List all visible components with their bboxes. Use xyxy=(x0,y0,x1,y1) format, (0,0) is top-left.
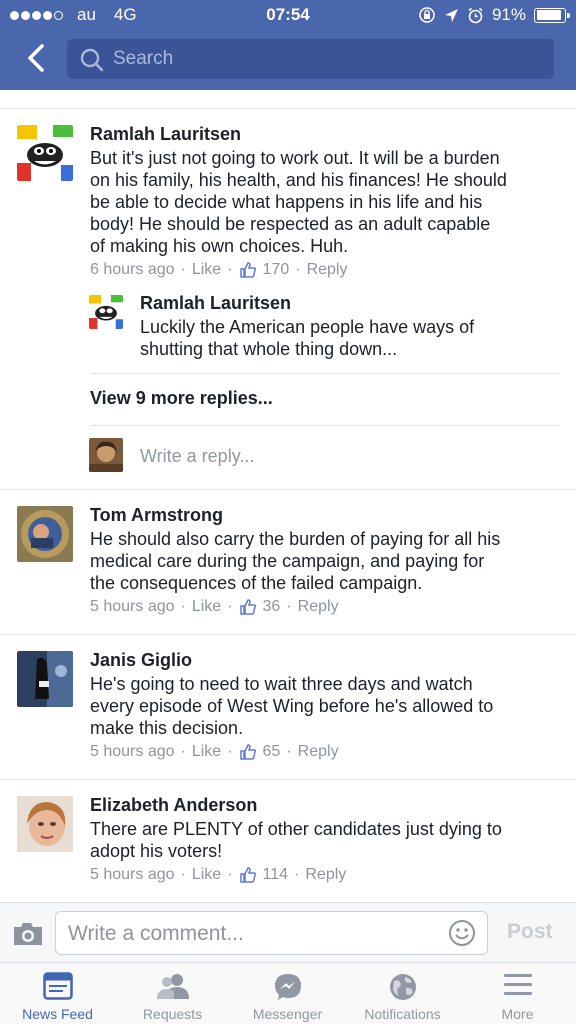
hamburger-menu-icon xyxy=(503,974,532,995)
avatar[interactable] xyxy=(17,796,73,852)
bottom-tab-bar: News Feed Requests Messenger Notificatio… xyxy=(0,962,576,1024)
battery-percentage: 91% xyxy=(491,5,526,24)
thumbs-up-icon xyxy=(239,867,256,883)
post-button[interactable]: Post xyxy=(507,920,553,944)
avatar[interactable] xyxy=(17,125,73,181)
comment-author[interactable]: Elizabeth Anderson xyxy=(90,795,257,816)
chevron-left-icon[interactable] xyxy=(22,42,50,74)
search-placeholder: Search xyxy=(113,48,174,69)
friend-requests-icon xyxy=(156,974,189,999)
tab-label: Messenger xyxy=(252,1006,323,1022)
divider xyxy=(90,425,560,426)
avatar xyxy=(89,438,123,472)
like-button[interactable]: Like xyxy=(192,598,221,616)
comment-text: He's going to need to wait three days an… xyxy=(90,674,494,738)
location-arrow-icon xyxy=(444,8,458,22)
avatar[interactable] xyxy=(17,506,73,562)
tab-news-feed[interactable]: News Feed xyxy=(0,963,115,1024)
tab-label: Requests xyxy=(142,1006,203,1022)
divider xyxy=(0,489,576,490)
comment-text: But it's just not going to work out. It … xyxy=(90,148,507,256)
search-icon xyxy=(80,48,104,72)
reply-text: Luckily the American people have ways of… xyxy=(140,317,475,359)
messenger-icon xyxy=(274,974,301,1000)
comment-meta: 6 hours ago · Like · 170 · Reply xyxy=(90,261,348,279)
view-more-replies-link[interactable]: View 9 more replies... xyxy=(90,388,273,409)
reply-button[interactable]: Reply xyxy=(298,598,339,616)
like-count[interactable]: 114 xyxy=(263,866,289,884)
comment-author[interactable]: Tom Armstrong xyxy=(90,505,223,526)
comment-time[interactable]: 5 hours ago xyxy=(90,743,175,761)
comment-input[interactable]: Write a comment... xyxy=(55,911,488,955)
thumbs-up-icon xyxy=(239,744,256,760)
divider xyxy=(90,373,560,374)
tab-more[interactable]: More xyxy=(460,963,575,1024)
thumbs-up-icon xyxy=(239,599,256,615)
thumbs-up-icon xyxy=(239,262,256,278)
comment-text: There are PLENTY of other candidates jus… xyxy=(90,819,502,861)
camera-icon[interactable] xyxy=(12,921,44,947)
like-count[interactable]: 65 xyxy=(263,743,281,761)
reply-input[interactable]: Write a reply... xyxy=(140,446,254,467)
like-button[interactable]: Like xyxy=(192,866,221,884)
divider xyxy=(0,779,576,780)
globe-icon xyxy=(389,974,416,1000)
tab-requests[interactable]: Requests xyxy=(115,963,230,1024)
reply-button[interactable]: Reply xyxy=(305,866,346,884)
top-header: au 4G 07:54 91% Search xyxy=(0,0,576,90)
like-count[interactable]: 170 xyxy=(263,261,290,279)
comment-composer: Write a comment... Post xyxy=(0,902,576,962)
comment-author[interactable]: Ramlah Lauritsen xyxy=(90,124,241,145)
divider xyxy=(0,634,576,635)
tab-messenger[interactable]: Messenger xyxy=(230,963,345,1024)
rotation-lock-icon xyxy=(419,7,435,23)
comment-meta: 5 hours ago · Like · 65 · Reply xyxy=(90,743,339,761)
search-input[interactable]: Search xyxy=(67,39,554,79)
avatar[interactable] xyxy=(17,651,73,707)
reply-button[interactable]: Reply xyxy=(307,261,348,279)
like-button[interactable]: Like xyxy=(192,261,221,279)
comment-meta: 5 hours ago · Like · 36 · Reply xyxy=(90,598,339,616)
tab-label: News Feed xyxy=(22,1006,93,1022)
status-right: 91% xyxy=(418,5,570,25)
smiley-icon[interactable] xyxy=(448,919,476,947)
comment-placeholder: Write a comment... xyxy=(68,922,244,945)
news-feed-icon xyxy=(42,972,73,1000)
comment-time[interactable]: 6 hours ago xyxy=(90,261,175,279)
alarm-clock-icon xyxy=(468,7,483,23)
like-button[interactable]: Like xyxy=(192,743,221,761)
divider xyxy=(0,108,576,109)
tab-label: Notifications xyxy=(364,1006,441,1022)
comment-time[interactable]: 5 hours ago xyxy=(90,866,175,884)
tab-notifications[interactable]: Notifications xyxy=(345,963,460,1024)
avatar[interactable] xyxy=(89,295,123,329)
tab-label: More xyxy=(501,1006,534,1022)
like-count[interactable]: 36 xyxy=(263,598,281,616)
comment-time[interactable]: 5 hours ago xyxy=(90,598,175,616)
comments-list[interactable]: Ramlah Lauritsen But it's just not going… xyxy=(0,90,576,902)
battery-icon xyxy=(534,7,570,23)
facebook-comments-screen: au 4G 07:54 91% Search Ramlah Lauritsen … xyxy=(0,0,576,1024)
reply-button[interactable]: Reply xyxy=(298,743,339,761)
reply-author[interactable]: Ramlah Lauritsen xyxy=(140,293,291,314)
comment-meta: 5 hours ago · Like · 114 · Reply xyxy=(90,866,347,884)
comment-author[interactable]: Janis Giglio xyxy=(90,650,192,671)
status-bar: au 4G 07:54 91% xyxy=(0,0,576,32)
comment-text: He should also carry the burden of payin… xyxy=(90,529,501,593)
